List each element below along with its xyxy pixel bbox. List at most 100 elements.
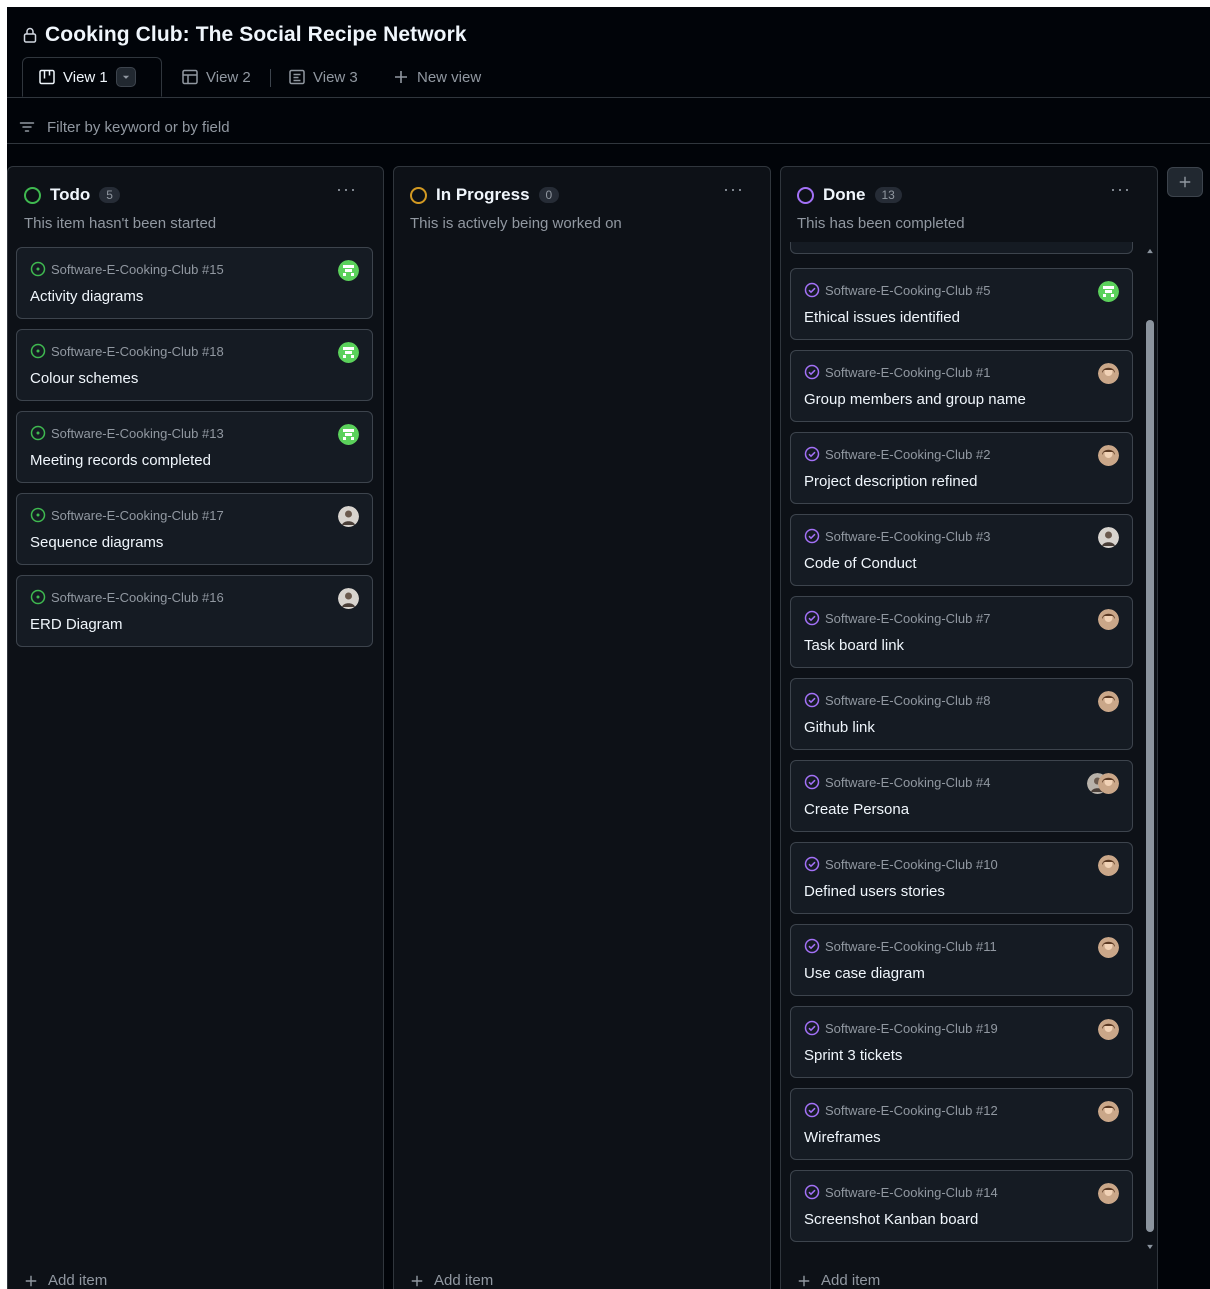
issue-card[interactable]: Software-E-Cooking-Club #14 Screenshot K… bbox=[790, 1170, 1133, 1242]
issue-card[interactable]: Software-E-Cooking-Club #2 Project descr… bbox=[790, 432, 1133, 504]
column-menu-icon[interactable]: ··· bbox=[723, 179, 744, 200]
issue-card[interactable]: Software-E-Cooking-Club #4 Create Person… bbox=[790, 760, 1133, 832]
avatar-photo[interactable] bbox=[1098, 1019, 1119, 1040]
scroll-down-arrow-icon[interactable] bbox=[1143, 1242, 1157, 1252]
issue-card[interactable]: Software-E-Cooking-Club #19 Sprint 3 tic… bbox=[790, 1006, 1133, 1078]
issue-title[interactable]: Task board link bbox=[804, 637, 904, 654]
column-done: Done 13 ··· This has been completed Soft… bbox=[780, 166, 1158, 1289]
issue-card[interactable]: Software-E-Cooking-Club #11 Use case dia… bbox=[790, 924, 1133, 996]
roadmap-icon bbox=[289, 69, 305, 85]
issue-title[interactable]: Sprint 3 tickets bbox=[804, 1047, 902, 1064]
issue-card[interactable]: Software-E-Cooking-Club #5 Ethical issue… bbox=[790, 268, 1133, 340]
plus-icon bbox=[411, 1275, 423, 1286]
issue-card[interactable]: Software-E-Cooking-Club #15 Activity dia… bbox=[16, 247, 373, 319]
add-item-button[interactable]: Add item bbox=[797, 1272, 880, 1289]
issue-ref-text: Software-E-Cooking-Club #2 bbox=[825, 446, 991, 462]
issue-ref-text: Software-E-Cooking-Club #17 bbox=[51, 507, 224, 523]
issue-title[interactable]: Project description refined bbox=[804, 473, 977, 490]
issue-title[interactable]: ERD Diagram bbox=[30, 616, 123, 633]
closed-issue-icon bbox=[804, 364, 820, 380]
issue-title[interactable]: Create Persona bbox=[804, 801, 909, 818]
filter-input[interactable] bbox=[45, 117, 649, 137]
issue-title[interactable]: Wireframes bbox=[804, 1129, 881, 1146]
issue-title[interactable]: Group members and group name bbox=[804, 391, 1026, 408]
issue-ref: Software-E-Cooking-Club #8 bbox=[804, 692, 990, 708]
issue-title[interactable]: Defined users stories bbox=[804, 883, 945, 900]
issue-card[interactable]: Software-E-Cooking-Club #7 Task board li… bbox=[790, 596, 1133, 668]
issue-ref: Software-E-Cooking-Club #16 bbox=[30, 589, 224, 605]
avatar-identicon[interactable] bbox=[338, 424, 359, 445]
issue-ref: Software-E-Cooking-Club #2 bbox=[804, 446, 990, 462]
avatar-photo[interactable] bbox=[338, 506, 359, 527]
issue-card[interactable]: Software-E-Cooking-Club #3 Code of Condu… bbox=[790, 514, 1133, 586]
avatar-photo[interactable] bbox=[338, 588, 359, 609]
issue-title[interactable]: Activity diagrams bbox=[30, 288, 143, 305]
tab-view-2[interactable]: View 2 bbox=[182, 57, 251, 97]
avatar-photo[interactable] bbox=[1098, 773, 1119, 794]
issue-card[interactable]: Software-E-Cooking-Club #16 ERD Diagram bbox=[16, 575, 373, 647]
partially-hidden-card[interactable] bbox=[790, 242, 1133, 254]
new-view-button[interactable]: New view bbox=[393, 57, 481, 97]
issue-card[interactable]: Software-E-Cooking-Club #10 Defined user… bbox=[790, 842, 1133, 914]
closed-issue-icon bbox=[804, 774, 820, 790]
issue-title[interactable]: Use case diagram bbox=[804, 965, 925, 982]
issue-card[interactable]: Software-E-Cooking-Club #17 Sequence dia… bbox=[16, 493, 373, 565]
issue-title[interactable]: Sequence diagrams bbox=[30, 534, 163, 551]
issue-ref: Software-E-Cooking-Club #7 bbox=[804, 610, 990, 626]
issue-ref: Software-E-Cooking-Club #17 bbox=[30, 507, 224, 523]
column-menu-icon[interactable]: ··· bbox=[336, 179, 357, 200]
issue-title[interactable]: Screenshot Kanban board bbox=[804, 1211, 978, 1228]
closed-issue-icon bbox=[804, 528, 820, 544]
open-issue-icon bbox=[30, 343, 46, 359]
in-progress-status-icon bbox=[410, 186, 427, 204]
issue-ref-text: Software-E-Cooking-Club #18 bbox=[51, 343, 224, 359]
issue-card[interactable]: Software-E-Cooking-Club #13 Meeting reco… bbox=[16, 411, 373, 483]
column-menu-icon[interactable]: ··· bbox=[1110, 179, 1131, 200]
issue-title[interactable]: Ethical issues identified bbox=[804, 309, 960, 326]
avatar-photo[interactable] bbox=[1098, 1101, 1119, 1122]
issue-card[interactable]: Software-E-Cooking-Club #12 Wireframes bbox=[790, 1088, 1133, 1160]
avatar-photo[interactable] bbox=[1098, 363, 1119, 384]
avatar-identicon[interactable] bbox=[1098, 281, 1119, 302]
column-description: This is actively being worked on bbox=[410, 215, 622, 232]
issue-title[interactable]: Meeting records completed bbox=[30, 452, 211, 469]
avatar-photo[interactable] bbox=[1098, 937, 1119, 958]
column-description: This item hasn't been started bbox=[24, 215, 217, 232]
chevron-down-icon bbox=[122, 75, 129, 79]
avatar-photo[interactable] bbox=[1098, 1183, 1119, 1204]
filter-icon bbox=[19, 122, 35, 132]
issue-title[interactable]: Colour schemes bbox=[30, 370, 138, 387]
scroll-up-arrow-icon[interactable] bbox=[1143, 246, 1157, 256]
tab-view-1[interactable]: View 1 bbox=[22, 57, 162, 97]
issue-ref: Software-E-Cooking-Club #15 bbox=[30, 261, 224, 277]
avatar-identicon[interactable] bbox=[338, 342, 359, 363]
project-title: Cooking Club: The Social Recipe Network bbox=[45, 23, 467, 46]
issue-card[interactable]: Software-E-Cooking-Club #1 Group members… bbox=[790, 350, 1133, 422]
column-header: Todo 5 bbox=[24, 185, 120, 205]
tab-label: View 1 bbox=[63, 68, 108, 86]
issue-card[interactable]: Software-E-Cooking-Club #8 Github link bbox=[790, 678, 1133, 750]
column-name: Todo bbox=[50, 185, 91, 204]
avatar-identicon[interactable] bbox=[338, 260, 359, 281]
project-board: Cooking Club: The Social Recipe Network … bbox=[7, 7, 1210, 1289]
done-column-scrollbar[interactable] bbox=[1143, 242, 1157, 1257]
add-column-button[interactable] bbox=[1167, 167, 1203, 197]
tab-view-3[interactable]: View 3 bbox=[289, 57, 358, 97]
scroll-thumb[interactable] bbox=[1146, 320, 1154, 1232]
issue-title[interactable]: Github link bbox=[804, 719, 875, 736]
done-card-scroll-area[interactable]: Software-E-Cooking-Club #5 Ethical issue… bbox=[781, 242, 1143, 1257]
open-issue-icon bbox=[30, 589, 46, 605]
avatar-photo[interactable] bbox=[1098, 609, 1119, 630]
avatar-photo[interactable] bbox=[1098, 445, 1119, 466]
issue-card[interactable]: Software-E-Cooking-Club #18 Colour schem… bbox=[16, 329, 373, 401]
column-header: In Progress 0 bbox=[410, 185, 560, 205]
avatar-photo[interactable] bbox=[1098, 855, 1119, 876]
add-item-button[interactable]: Add item bbox=[24, 1272, 107, 1289]
avatar-photo[interactable] bbox=[1098, 527, 1119, 548]
issue-ref-text: Software-E-Cooking-Club #4 bbox=[825, 774, 991, 790]
view-options-button[interactable] bbox=[115, 67, 136, 87]
issue-title[interactable]: Code of Conduct bbox=[804, 555, 917, 572]
column-description: This has been completed bbox=[797, 215, 965, 232]
add-item-button[interactable]: Add item bbox=[410, 1272, 493, 1289]
avatar-photo[interactable] bbox=[1098, 691, 1119, 712]
